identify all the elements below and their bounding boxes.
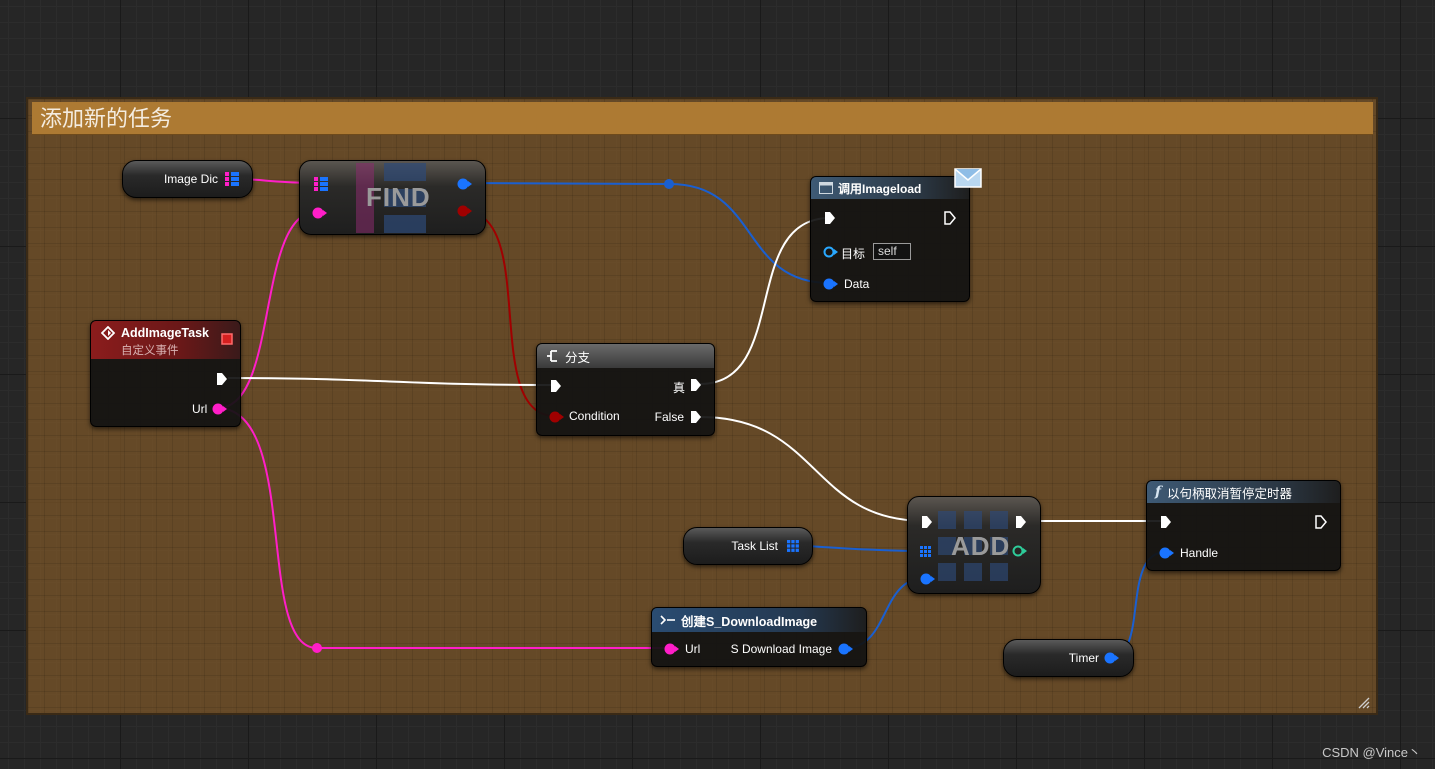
add-item-pin-icon[interactable] bbox=[920, 572, 936, 586]
branch-false-pin-icon[interactable] bbox=[690, 410, 702, 424]
call-imageload-header[interactable]: 调用Imageload bbox=[811, 177, 969, 199]
handle-pin-icon[interactable] bbox=[1159, 546, 1175, 560]
wire-url-to-create bbox=[217, 407, 670, 649]
event-url-pin-icon[interactable] bbox=[212, 402, 228, 416]
create-output-pin-icon[interactable] bbox=[838, 642, 854, 656]
watermark: CSDN @Vince丶 bbox=[1322, 745, 1421, 760]
event-header[interactable]: AddImageTask 自定义事件 bbox=[91, 321, 240, 359]
timer-var-pin-icon[interactable] bbox=[1104, 651, 1120, 665]
add-exec-in-pin-icon[interactable] bbox=[921, 515, 933, 529]
add-exec-out-pin-icon[interactable] bbox=[1015, 515, 1027, 529]
target-label: 目标 bbox=[841, 247, 866, 261]
branch-header[interactable]: 分支 bbox=[537, 344, 714, 368]
timer-label: Timer bbox=[1068, 651, 1099, 665]
timer-exec-in-pin-icon[interactable] bbox=[1160, 515, 1172, 529]
create-output-label: S Download Image bbox=[730, 642, 832, 656]
create-url-pin-icon[interactable] bbox=[664, 642, 680, 656]
event-url-label: Url bbox=[192, 402, 208, 416]
event-delegate-pin-icon[interactable] bbox=[221, 333, 233, 345]
create-widget-node[interactable]: 创建S_DownloadImage Url S Download Image bbox=[651, 607, 867, 667]
find-map-input-pin-icon[interactable] bbox=[313, 176, 329, 192]
timer-variable-node[interactable]: Timer bbox=[1003, 639, 1134, 677]
create-widget-header[interactable]: 创建S_DownloadImage bbox=[652, 608, 866, 632]
wire-event-to-branch bbox=[227, 377, 556, 386]
add-index-out-pin-icon[interactable] bbox=[1012, 544, 1028, 558]
data-pin-icon[interactable] bbox=[823, 277, 839, 291]
handle-label: Handle bbox=[1180, 546, 1219, 560]
reroute-knot-pink bbox=[312, 643, 322, 653]
branch-node[interactable]: 分支 真 Condition False bbox=[536, 343, 715, 436]
function-f-icon: f bbox=[1155, 484, 1162, 500]
unpause-timer-title: 以句柄取消暂停定时器 bbox=[1167, 486, 1293, 501]
create-widget-title: 创建S_DownloadImage bbox=[681, 614, 818, 629]
condition-pin-icon[interactable] bbox=[549, 410, 565, 424]
condition-label: Condition bbox=[569, 409, 620, 423]
image-dic-variable-node[interactable]: Image Dic bbox=[122, 160, 253, 198]
event-exec-out-pin-icon[interactable] bbox=[216, 372, 228, 386]
create-widget-icon bbox=[660, 615, 675, 625]
find-found-pin-icon[interactable] bbox=[457, 204, 473, 218]
find-label: FIND bbox=[366, 182, 431, 212]
unpause-timer-header[interactable]: f 以句柄取消暂停定时器 bbox=[1147, 481, 1340, 503]
array-pin-icon[interactable] bbox=[787, 540, 800, 553]
call-imageload-title: 调用Imageload bbox=[838, 181, 922, 196]
branch-false-label: False bbox=[654, 410, 684, 424]
target-self-field[interactable]: self bbox=[873, 243, 911, 260]
add-image-task-event-node[interactable]: AddImageTask 自定义事件 Url bbox=[90, 320, 241, 427]
event-title: AddImageTask bbox=[121, 326, 209, 340]
event-diamond-icon bbox=[101, 326, 115, 340]
exec-out-pin-icon[interactable] bbox=[944, 211, 956, 225]
message-envelope-icon bbox=[954, 168, 982, 188]
find-node[interactable]: FIND bbox=[299, 160, 486, 235]
unpause-timer-node[interactable]: f 以句柄取消暂停定时器 Handle bbox=[1146, 480, 1341, 571]
branch-true-pin-icon[interactable] bbox=[690, 378, 702, 392]
event-subtitle: 自定义事件 bbox=[121, 345, 179, 357]
add-node[interactable]: ADD bbox=[907, 496, 1041, 594]
call-imageload-node[interactable]: 调用Imageload 目标 self Data bbox=[810, 168, 982, 302]
branch-title: 分支 bbox=[565, 350, 591, 365]
branch-exec-in-pin-icon[interactable] bbox=[550, 379, 562, 393]
map-pin-icon[interactable] bbox=[224, 171, 240, 187]
find-key-pin-icon[interactable] bbox=[312, 206, 328, 220]
exec-in-pin-icon[interactable] bbox=[824, 211, 836, 225]
task-list-variable-node[interactable]: Task List bbox=[683, 527, 813, 565]
image-dic-label: Image Dic bbox=[163, 172, 218, 186]
reroute-knot-blue bbox=[664, 179, 674, 189]
branch-true-label: 真 bbox=[672, 381, 685, 395]
create-url-label: Url bbox=[685, 642, 701, 656]
add-label: ADD bbox=[951, 531, 1011, 561]
branch-icon bbox=[547, 350, 557, 362]
wire-find-to-data bbox=[462, 182, 831, 284]
data-label: Data bbox=[844, 277, 870, 291]
find-value-pin-icon[interactable] bbox=[457, 177, 473, 191]
function-icon bbox=[819, 182, 833, 194]
task-list-label: Task List bbox=[731, 539, 778, 553]
timer-exec-out-pin-icon[interactable] bbox=[1315, 515, 1327, 529]
add-target-array-pin-icon[interactable] bbox=[920, 546, 932, 558]
target-pin-icon[interactable] bbox=[823, 245, 839, 259]
wire-false-to-add bbox=[699, 416, 926, 522]
